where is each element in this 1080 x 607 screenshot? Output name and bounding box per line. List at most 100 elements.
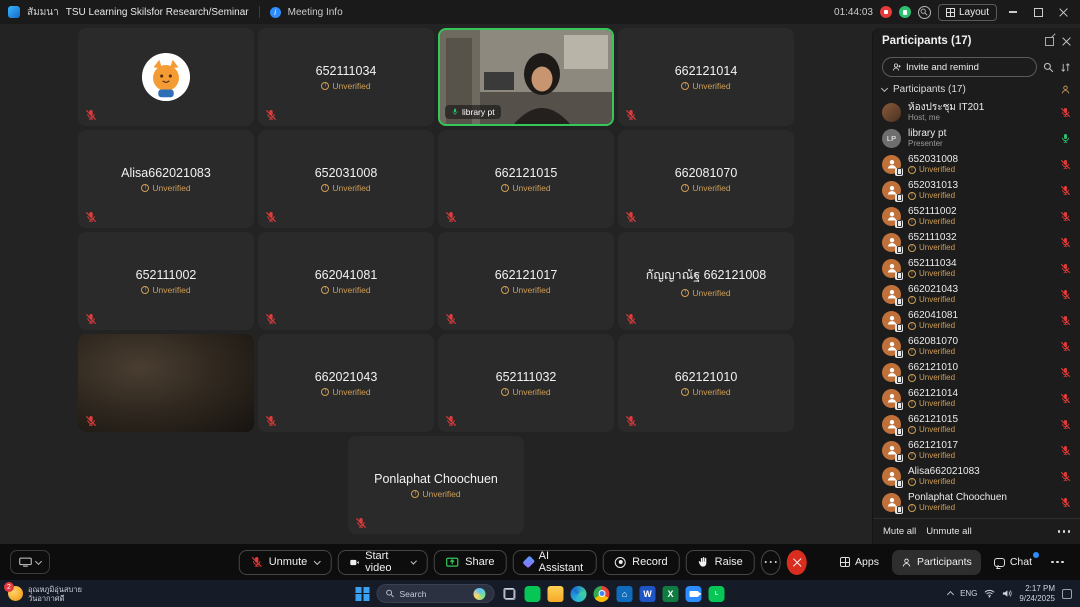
close-panel-icon[interactable] [1062, 37, 1071, 46]
chat-button[interactable]: Chat [985, 550, 1041, 575]
video-tile[interactable]: 652111032 ! Unverified [438, 334, 614, 432]
participant-row[interactable]: Ponlaphat Choochuen ! Unverified [873, 489, 1080, 515]
invite-and-remind-button[interactable]: Invite and remind [882, 57, 1037, 77]
participant-row[interactable]: 652031013 ! Unverified [873, 177, 1080, 203]
video-tile[interactable]: 652111002 ! Unverified [78, 232, 254, 330]
close-button[interactable] [1054, 4, 1072, 20]
video-tile[interactable] [78, 28, 254, 126]
video-tile[interactable]: 652111034 ! Unverified [258, 28, 434, 126]
participant-row[interactable]: 652111034 ! Unverified [873, 255, 1080, 281]
leave-meeting-button[interactable] [787, 550, 807, 575]
video-tile[interactable]: 662041081 ! Unverified [258, 232, 434, 330]
muted-mic-icon [1060, 393, 1071, 404]
chevron-down-icon[interactable] [313, 557, 320, 564]
more-toolbar-button[interactable] [761, 550, 781, 575]
meeting-info-icon[interactable]: i [270, 7, 281, 18]
maximize-button[interactable] [1029, 4, 1047, 20]
participant-name: library pt [908, 128, 1053, 140]
muted-mic-icon [445, 415, 457, 427]
weather-widget[interactable]: 2 อุณหภูมิอุ่นสบาย วันอากาศดี [8, 585, 82, 603]
store-icon[interactable]: ⌂ [617, 586, 633, 602]
excel-icon[interactable]: X [663, 586, 679, 602]
start-video-button[interactable]: Start video [337, 550, 428, 575]
participant-avatar [882, 181, 901, 200]
participant-row[interactable]: 652111002 ! Unverified [873, 203, 1080, 229]
video-tile[interactable]: library pt library pt [438, 28, 614, 126]
tray-chevron-up-icon[interactable] [947, 591, 954, 598]
unverified-badge: ! Unverified [411, 489, 460, 499]
meeting-info-label[interactable]: Meeting Info [288, 7, 343, 18]
video-tile[interactable]: Ponlaphat Choochuen ! Unverified [348, 436, 524, 534]
participants-section-header[interactable]: Participants (17) [873, 82, 1080, 99]
video-tile[interactable]: 662121017 ! Unverified [438, 232, 614, 330]
layout-button[interactable]: Layout [938, 4, 997, 21]
video-tile[interactable]: 662121014 ! Unverified [618, 28, 794, 126]
security-shield-icon[interactable] [899, 6, 911, 18]
more-right-button[interactable] [1045, 550, 1070, 575]
edge-icon[interactable] [571, 586, 587, 602]
participant-row[interactable]: 662041081 ! Unverified [873, 307, 1080, 333]
unmute-button[interactable]: Unmute [239, 550, 332, 575]
notification-center-icon[interactable] [1062, 589, 1072, 599]
participant-row[interactable]: 662121010 ! Unverified [873, 359, 1080, 385]
video-tile[interactable]: 662121010 ! Unverified [618, 334, 794, 432]
wifi-icon[interactable] [984, 589, 995, 598]
line-app-icon[interactable]: L [709, 586, 725, 602]
popout-icon[interactable] [1045, 37, 1054, 46]
participant-row[interactable]: 662121017 ! Unverified [873, 437, 1080, 463]
taskbar-search[interactable]: Search [377, 584, 495, 603]
participant-row[interactable]: 652031008 ! Unverified [873, 151, 1080, 177]
language-indicator[interactable]: ENG [960, 589, 977, 598]
share-button[interactable]: Share [434, 550, 506, 575]
file-explorer-icon[interactable] [548, 586, 564, 602]
participant-avatar [882, 285, 901, 304]
video-tile[interactable] [78, 334, 254, 432]
video-tile[interactable]: 652031008 ! Unverified [258, 130, 434, 228]
volume-icon[interactable] [1002, 589, 1012, 598]
live-mic-icon [1060, 133, 1071, 144]
unverified-badge: ! Unverified [501, 183, 550, 193]
participants-button[interactable]: Participants [892, 550, 981, 575]
participant-name: 662121017 [495, 268, 558, 282]
participant-row[interactable]: 662081070 ! Unverified [873, 333, 1080, 359]
unmute-all-button[interactable]: Unmute all [926, 526, 971, 537]
participant-row[interactable]: ห้องประชุม IT201 Host, me [873, 99, 1080, 125]
taskbar-clock[interactable]: 2:17 PM 9/24/2025 [1019, 584, 1055, 604]
participant-row[interactable]: Alisa662021083 ! Unverified [873, 463, 1080, 489]
participant-row[interactable]: 662021043 ! Unverified [873, 281, 1080, 307]
weather-line1: อุณหภูมิอุ่นสบาย [28, 585, 82, 594]
video-tile[interactable]: Alisa662021083 ! Unverified [78, 130, 254, 228]
video-tile[interactable]: กัญญาณัฐ 662121008 ! Unverified [618, 232, 794, 330]
zoom-taskbar-icon[interactable] [686, 586, 702, 602]
raise-hand-button[interactable]: Raise [686, 550, 755, 575]
task-view-icon[interactable] [502, 586, 518, 602]
record-button[interactable]: Record [603, 550, 679, 575]
unverified-shield-icon: ! [908, 296, 916, 304]
participant-name: 652111032 [908, 232, 1053, 244]
taskbar-time: 2:17 PM [1019, 584, 1055, 594]
apps-button[interactable]: Apps [831, 550, 888, 575]
mobile-device-icon [895, 350, 903, 358]
participant-row[interactable]: 652111032 ! Unverified [873, 229, 1080, 255]
messenger-app-icon[interactable] [525, 586, 541, 602]
video-tile[interactable]: 662021043 ! Unverified [258, 334, 434, 432]
participant-row[interactable]: LP library pt Presenter [873, 125, 1080, 151]
chevron-down-icon[interactable] [411, 558, 417, 564]
minimize-button[interactable] [1004, 4, 1022, 20]
ai-assistant-button[interactable]: AI Assistant [513, 550, 598, 575]
word-icon[interactable]: W [640, 586, 656, 602]
more-options-icon[interactable] [1058, 530, 1071, 533]
start-button[interactable] [356, 587, 370, 601]
chrome-icon[interactable] [594, 586, 610, 602]
search-participants-icon[interactable] [1043, 62, 1054, 73]
search-icon[interactable] [918, 6, 931, 19]
video-layout-quick-button[interactable] [10, 550, 50, 574]
participant-subtitle: ! Unverified [908, 451, 1053, 460]
video-tile[interactable]: 662121015 ! Unverified [438, 130, 614, 228]
participant-row[interactable]: 662121014 ! Unverified [873, 385, 1080, 411]
participant-row[interactable]: 662121015 ! Unverified [873, 411, 1080, 437]
video-tile[interactable]: 662081070 ! Unverified [618, 130, 794, 228]
participant-name: 652111032 [496, 370, 557, 384]
sort-icon[interactable] [1060, 62, 1071, 73]
mute-all-button[interactable]: Mute all [883, 526, 916, 537]
